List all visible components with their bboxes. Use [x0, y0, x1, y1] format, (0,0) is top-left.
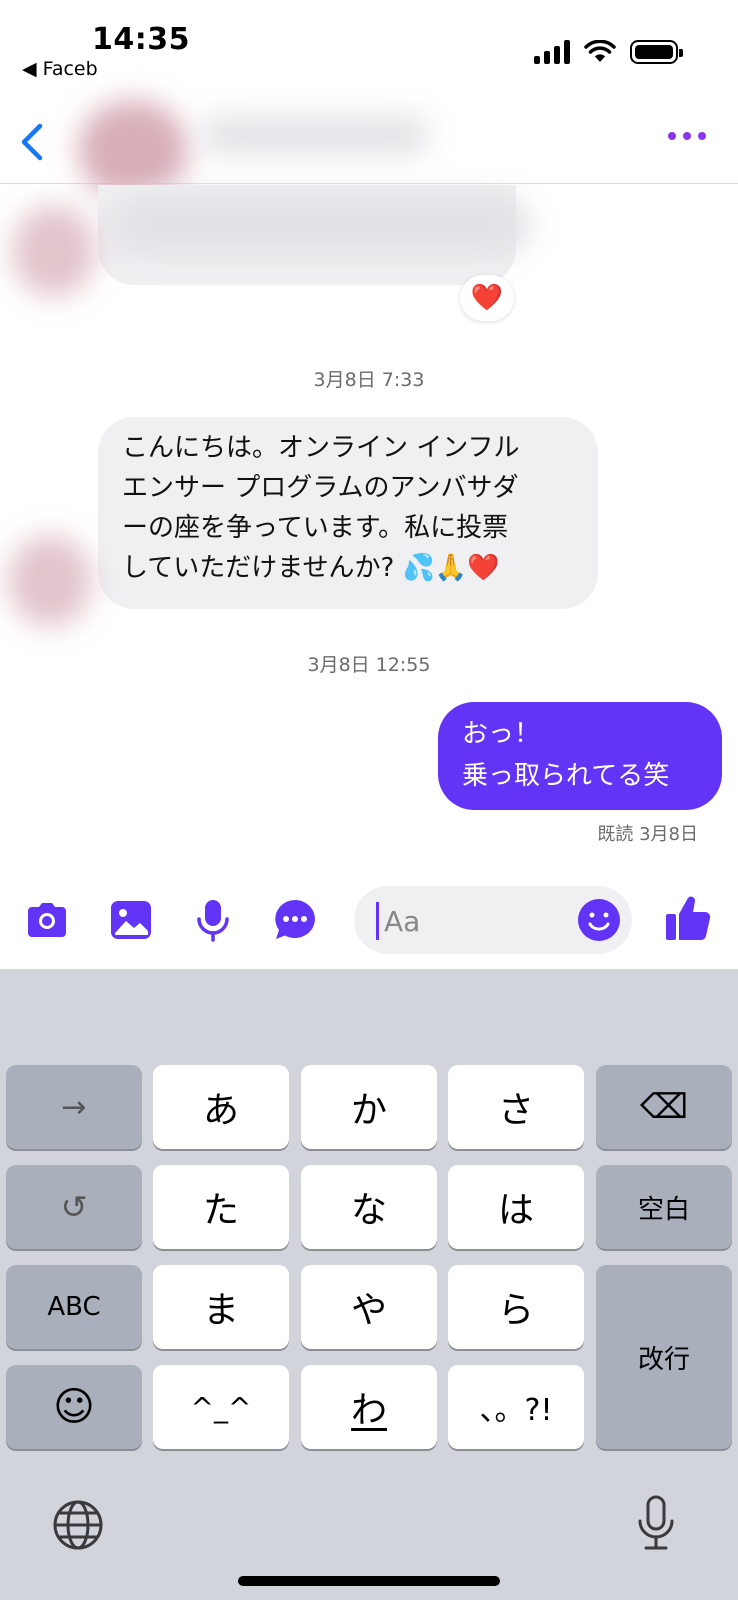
- sender-avatar-redacted: [12, 205, 96, 297]
- home-indicator[interactable]: [238, 1576, 500, 1586]
- more-options-icon[interactable]: [668, 132, 706, 140]
- back-chevron-icon[interactable]: [14, 120, 54, 164]
- key-ma[interactable]: ま: [153, 1265, 289, 1349]
- key-next-arrow[interactable]: →: [6, 1065, 142, 1149]
- message-input[interactable]: [384, 902, 564, 940]
- message-line: ーの座を争っています。私に投票: [122, 513, 509, 543]
- key-na[interactable]: な: [301, 1165, 437, 1249]
- dictation-microphone-icon[interactable]: [634, 1495, 678, 1551]
- key-sa[interactable]: さ: [448, 1065, 584, 1149]
- read-receipt: 既読 3月8日: [597, 824, 698, 845]
- backspace-icon: ⌫: [639, 1087, 689, 1127]
- key-a[interactable]: あ: [153, 1065, 289, 1149]
- timestamp: 3月8日 12:55: [307, 654, 431, 676]
- key-abc[interactable]: ABC: [6, 1265, 142, 1349]
- gallery-icon[interactable]: [108, 897, 154, 943]
- message-line: 乗っ取られてる笑: [462, 761, 670, 791]
- incoming-message-text: こんにちは。オンライン インフル エンサー プログラムのアンバサダ ーの座を争っ…: [122, 428, 582, 588]
- key-return[interactable]: 改行: [596, 1265, 732, 1449]
- key-ha[interactable]: は: [448, 1165, 584, 1249]
- sender-avatar-redacted: [8, 535, 92, 627]
- key-ya[interactable]: や: [301, 1265, 437, 1349]
- message-line: していただけませんか? 💦🙏❤️: [122, 553, 500, 583]
- timestamp: 3月8日 7:33: [313, 369, 425, 391]
- reaction-heart[interactable]: ❤️: [460, 275, 514, 321]
- status-icons: [534, 40, 683, 64]
- key-emoji[interactable]: ☺: [6, 1365, 142, 1449]
- key-wa[interactable]: わ: [301, 1365, 437, 1449]
- battery-icon: [630, 40, 683, 64]
- message-line: おっ！: [462, 719, 541, 749]
- key-punctuation[interactable]: 、。?!: [448, 1365, 584, 1449]
- key-space[interactable]: 空白: [596, 1165, 732, 1249]
- more-apps-icon[interactable]: [272, 897, 318, 943]
- message-line: エンサー プログラムのアンバサダ: [122, 473, 519, 503]
- undo-icon: ↺: [60, 1188, 88, 1226]
- text-cursor: [376, 902, 379, 940]
- outgoing-message-text: おっ！ 乗っ取られてる笑: [462, 713, 669, 797]
- status-time: 14:35: [92, 22, 190, 57]
- signal-icon: [534, 40, 570, 64]
- key-undo[interactable]: ↺: [6, 1165, 142, 1249]
- key-backspace[interactable]: ⌫: [596, 1065, 732, 1149]
- wifi-icon: [584, 40, 616, 62]
- thumbs-up-icon[interactable]: [664, 894, 712, 944]
- emoji-icon[interactable]: [576, 897, 622, 943]
- keyboard: → あ か さ ⌫ ↺ た な は 空白 ABC ま や ら 改行 ☺ ^_^ …: [0, 969, 738, 1600]
- key-ka[interactable]: か: [301, 1065, 437, 1149]
- key-kaomoji[interactable]: ^_^: [153, 1365, 289, 1449]
- contact-name-redacted: [200, 115, 430, 155]
- key-ta[interactable]: た: [153, 1165, 289, 1249]
- message-line: こんにちは。オンライン インフル: [122, 433, 520, 463]
- key-ra[interactable]: ら: [448, 1265, 584, 1349]
- back-to-app-link[interactable]: ◀ Faceb: [22, 58, 98, 80]
- globe-icon[interactable]: [52, 1499, 104, 1551]
- microphone-icon[interactable]: [190, 897, 236, 943]
- camera-icon[interactable]: [24, 897, 70, 943]
- emoji-face-icon: ☺: [53, 1384, 95, 1430]
- previous-message-redacted: [110, 195, 530, 255]
